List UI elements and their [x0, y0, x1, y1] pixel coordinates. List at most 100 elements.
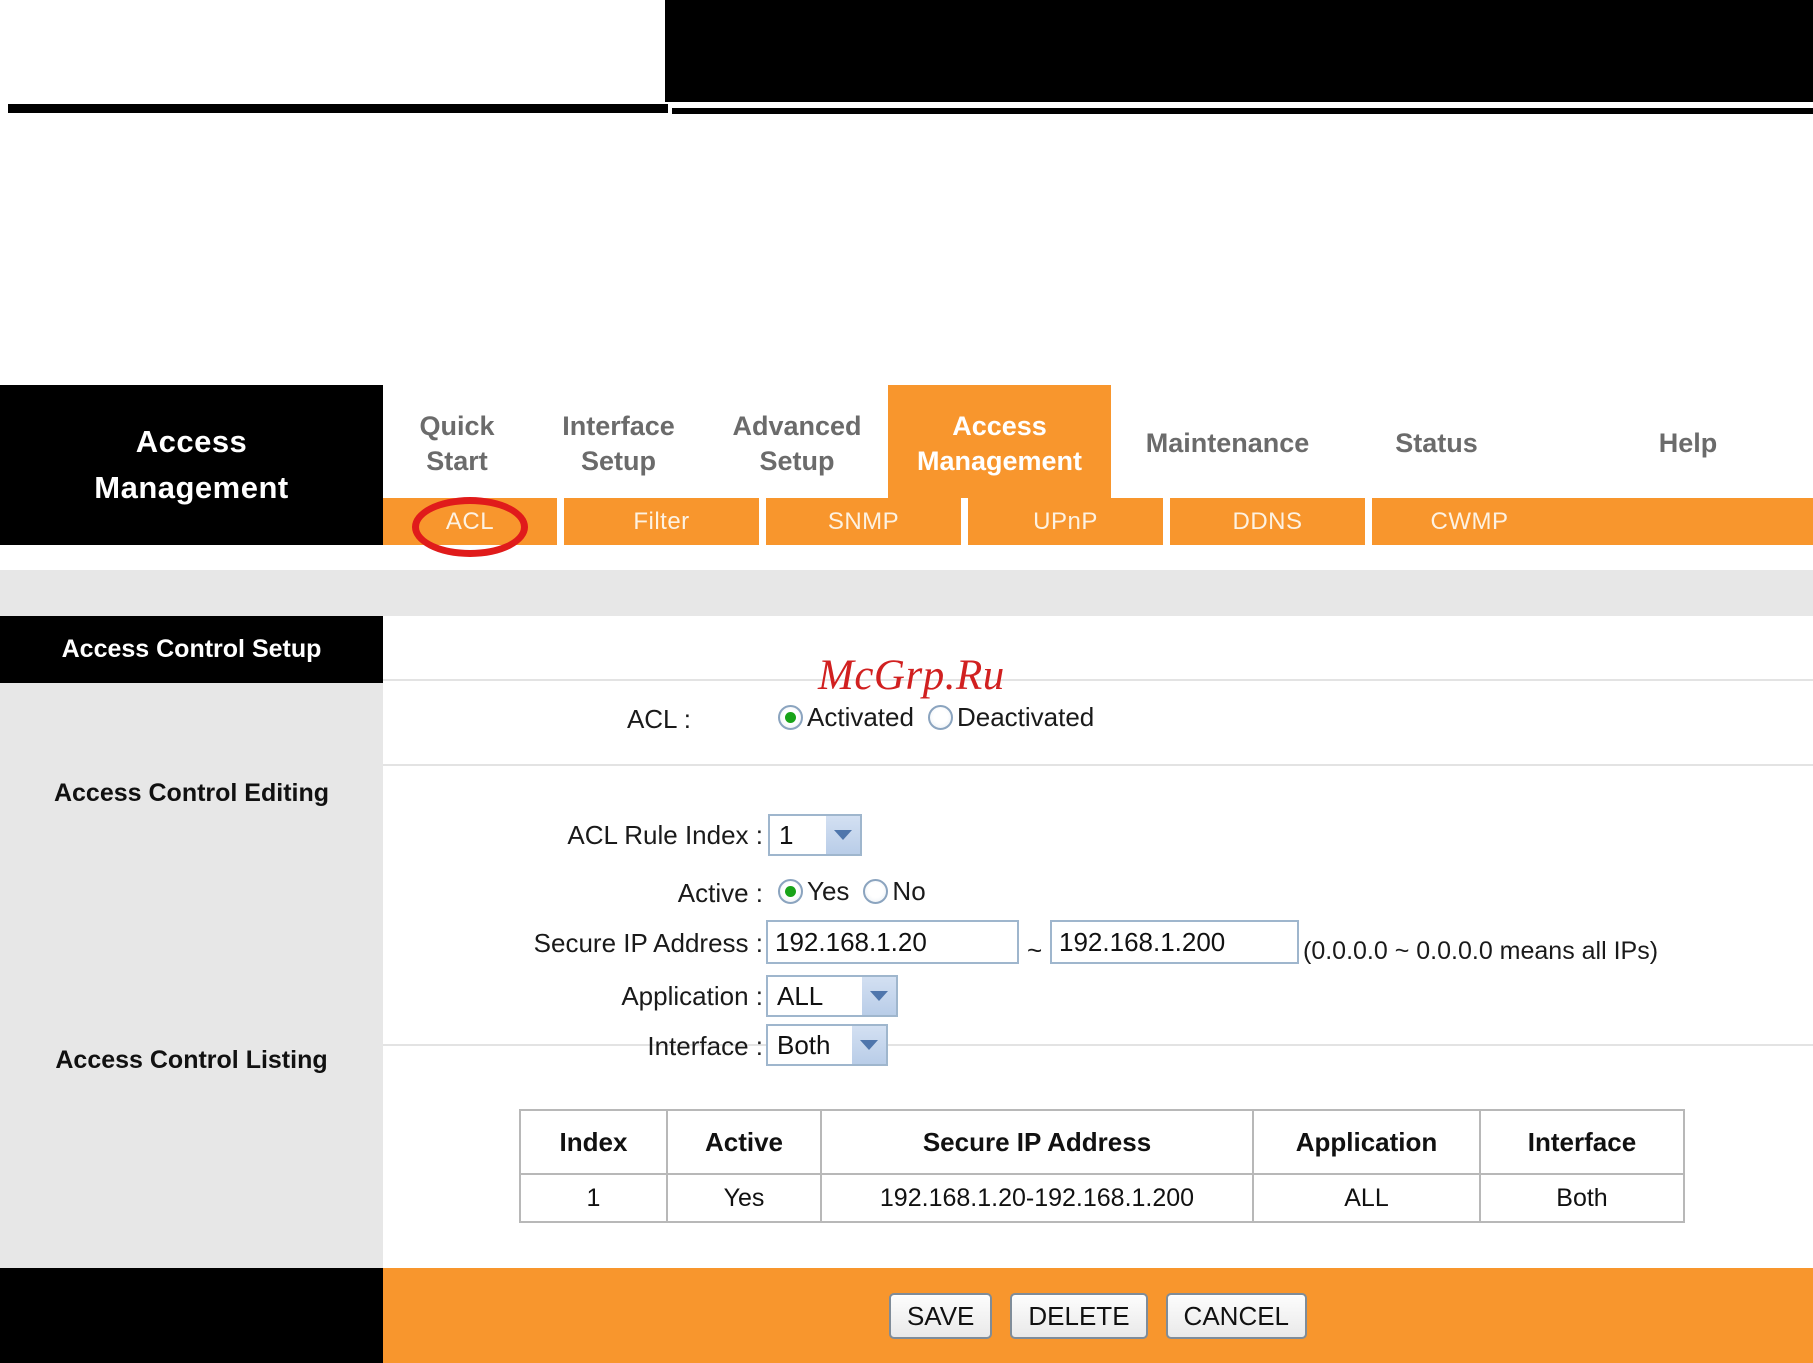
section-sidebar: Access Control Setup Access Control Edit…: [0, 616, 383, 1268]
nav-tab-advanced-setup-line2: Setup: [759, 445, 835, 476]
secure-ip-range-separator: ~: [1027, 935, 1043, 965]
content-divider-2: [383, 764, 1813, 766]
secure-ip-from-input[interactable]: 192.168.1.20: [766, 920, 1019, 964]
active-field-label: Active :: [677, 878, 763, 908]
acl-rule-index-select[interactable]: 1: [768, 814, 862, 856]
chevron-down-icon[interactable]: [852, 1026, 886, 1064]
subnav-divider-5: [1365, 498, 1372, 545]
top-black-banner: [665, 0, 1813, 102]
nav-tab-advanced-setup-line1: Advanced: [732, 410, 862, 441]
content-divider-1: [383, 679, 1813, 681]
subnav-item-cwmp-label: CWMP: [1430, 507, 1509, 535]
nav-tab-quick-start-line1: Quick: [419, 410, 495, 441]
nav-tab-access-management[interactable]: Access Management: [888, 385, 1111, 498]
interface-value: Both: [777, 1029, 831, 1060]
application-select[interactable]: ALL: [766, 975, 898, 1017]
subnav-item-snmp-label: SNMP: [827, 507, 900, 535]
cell-application: ALL: [1252, 1173, 1481, 1223]
interface-select[interactable]: Both: [766, 1024, 888, 1066]
subnav-item-ddns[interactable]: DDNS: [1170, 498, 1365, 545]
column-header-application: Application: [1252, 1109, 1481, 1175]
application-field-label: Application :: [621, 981, 763, 1011]
nav-tab-quick-start-line2: Start: [426, 445, 488, 476]
nav-tab-interface-setup[interactable]: Interface Setup: [531, 385, 706, 498]
subnav-item-acl-label: ACL: [445, 507, 495, 535]
subnav-divider-2: [759, 498, 766, 545]
action-bar: SAVE DELETE CANCEL: [383, 1268, 1813, 1363]
sidebar-footer-block: [0, 1268, 383, 1363]
nav-tab-access-management-line1: Access: [952, 410, 1047, 441]
sidebar-item-access-control-editing: Access Control Editing: [0, 779, 383, 808]
active-radio-yes-label: Yes: [807, 876, 850, 906]
acl-rule-index-label: ACL Rule Index :: [567, 820, 763, 850]
page-spacer-band: [0, 570, 1813, 616]
acl-rule-index-value: 1: [779, 819, 794, 850]
header-band: Access Management Quick Start Interface …: [0, 385, 1813, 545]
nav-tab-help-label: Help: [1658, 428, 1718, 458]
nav-tab-status[interactable]: Status: [1344, 385, 1529, 498]
secure-ip-to-input[interactable]: 192.168.1.200: [1050, 920, 1299, 964]
acl-radio-group[interactable]: Activated Deactivated: [778, 702, 1108, 733]
sidebar-header-label: Access Control Setup: [61, 635, 322, 663]
sidebar-header-access-control-setup: Access Control Setup: [0, 616, 383, 683]
access-control-listing-table: Index Active Secure IP Address Applicati…: [519, 1109, 1685, 1223]
brand-title-line2: Management: [94, 470, 289, 505]
delete-button[interactable]: DELETE: [1010, 1292, 1148, 1339]
sub-navigation: ACL Filter SNMP UPnP DDNS CWMP: [383, 498, 1813, 545]
nav-tab-interface-setup-line1: Interface: [562, 410, 675, 441]
acl-radio-activated-label: Activated: [807, 702, 914, 732]
brand-title-block: Access Management: [0, 385, 383, 545]
secure-ip-address-label: Secure IP Address :: [533, 928, 763, 958]
subnav-item-cwmp[interactable]: CWMP: [1372, 498, 1567, 545]
secure-ip-hint-text: (0.0.0.0 ~ 0.0.0.0 means all IPs): [1303, 937, 1659, 965]
nav-tab-access-management-line2: Management: [916, 445, 1083, 476]
cell-active: Yes: [666, 1173, 822, 1223]
nav-tab-help[interactable]: Help: [1623, 385, 1753, 498]
nav-tab-maintenance[interactable]: Maintenance: [1111, 385, 1344, 498]
active-radio-no-label: No: [892, 876, 926, 906]
cell-interface: Both: [1479, 1173, 1685, 1223]
column-header-secure-ip-address: Secure IP Address: [820, 1109, 1254, 1175]
chevron-down-icon[interactable]: [862, 977, 896, 1015]
acl-field-label: ACL :: [626, 704, 691, 734]
sidebar-item-access-control-editing-label: Access Control Editing: [53, 779, 330, 807]
subnav-item-filter-label: Filter: [633, 507, 690, 535]
subnav-item-upnp-label: UPnP: [1033, 507, 1098, 535]
acl-radio-deactivated[interactable]: [927, 705, 953, 730]
active-radio-group[interactable]: Yes No: [778, 876, 940, 907]
subnav-item-ddns-label: DDNS: [1232, 507, 1303, 535]
cell-index: 1: [519, 1173, 668, 1223]
top-left-divider-rule: [8, 104, 668, 113]
table-header-row: Index Active Secure IP Address Applicati…: [519, 1109, 1685, 1175]
column-header-index: Index: [519, 1109, 668, 1175]
subnav-divider-1: [557, 498, 564, 545]
main-navigation: Quick Start Interface Setup Advanced Set…: [383, 385, 1813, 498]
cell-secure-ip-address: 192.168.1.20-192.168.1.200: [820, 1173, 1254, 1223]
interface-field-label: Interface :: [647, 1031, 763, 1061]
sidebar-item-access-control-listing: Access Control Listing: [0, 1046, 383, 1075]
watermark-text: McGrp.Ru: [818, 652, 1005, 699]
subnav-item-acl[interactable]: ACL: [383, 498, 557, 545]
nav-tab-maintenance-label: Maintenance: [1145, 428, 1310, 458]
sidebar-item-access-control-listing-label: Access Control Listing: [55, 1046, 328, 1074]
nav-tab-quick-start[interactable]: Quick Start: [383, 385, 531, 498]
save-button[interactable]: SAVE: [888, 1292, 993, 1339]
subnav-divider-4: [1163, 498, 1170, 545]
column-header-active: Active: [666, 1109, 822, 1175]
nav-tab-interface-setup-line2: Setup: [580, 445, 656, 476]
column-header-interface: Interface: [1479, 1109, 1685, 1175]
table-row[interactable]: 1 Yes 192.168.1.20-192.168.1.200 ALL Bot…: [519, 1173, 1685, 1223]
subnav-item-snmp[interactable]: SNMP: [766, 498, 961, 545]
subnav-item-upnp[interactable]: UPnP: [968, 498, 1163, 545]
subnav-divider-3: [961, 498, 968, 545]
subnav-item-filter[interactable]: Filter: [564, 498, 759, 545]
cancel-button[interactable]: CANCEL: [1165, 1292, 1308, 1339]
acl-radio-deactivated-label: Deactivated: [956, 702, 1095, 732]
brand-title-line1: Access: [135, 424, 248, 459]
nav-tab-advanced-setup[interactable]: Advanced Setup: [706, 385, 888, 498]
top-right-divider-rule: [672, 108, 1813, 114]
active-radio-no[interactable]: [863, 879, 889, 904]
acl-radio-activated[interactable]: [778, 705, 803, 730]
active-radio-yes[interactable]: [778, 879, 803, 904]
chevron-down-icon[interactable]: [826, 816, 860, 854]
